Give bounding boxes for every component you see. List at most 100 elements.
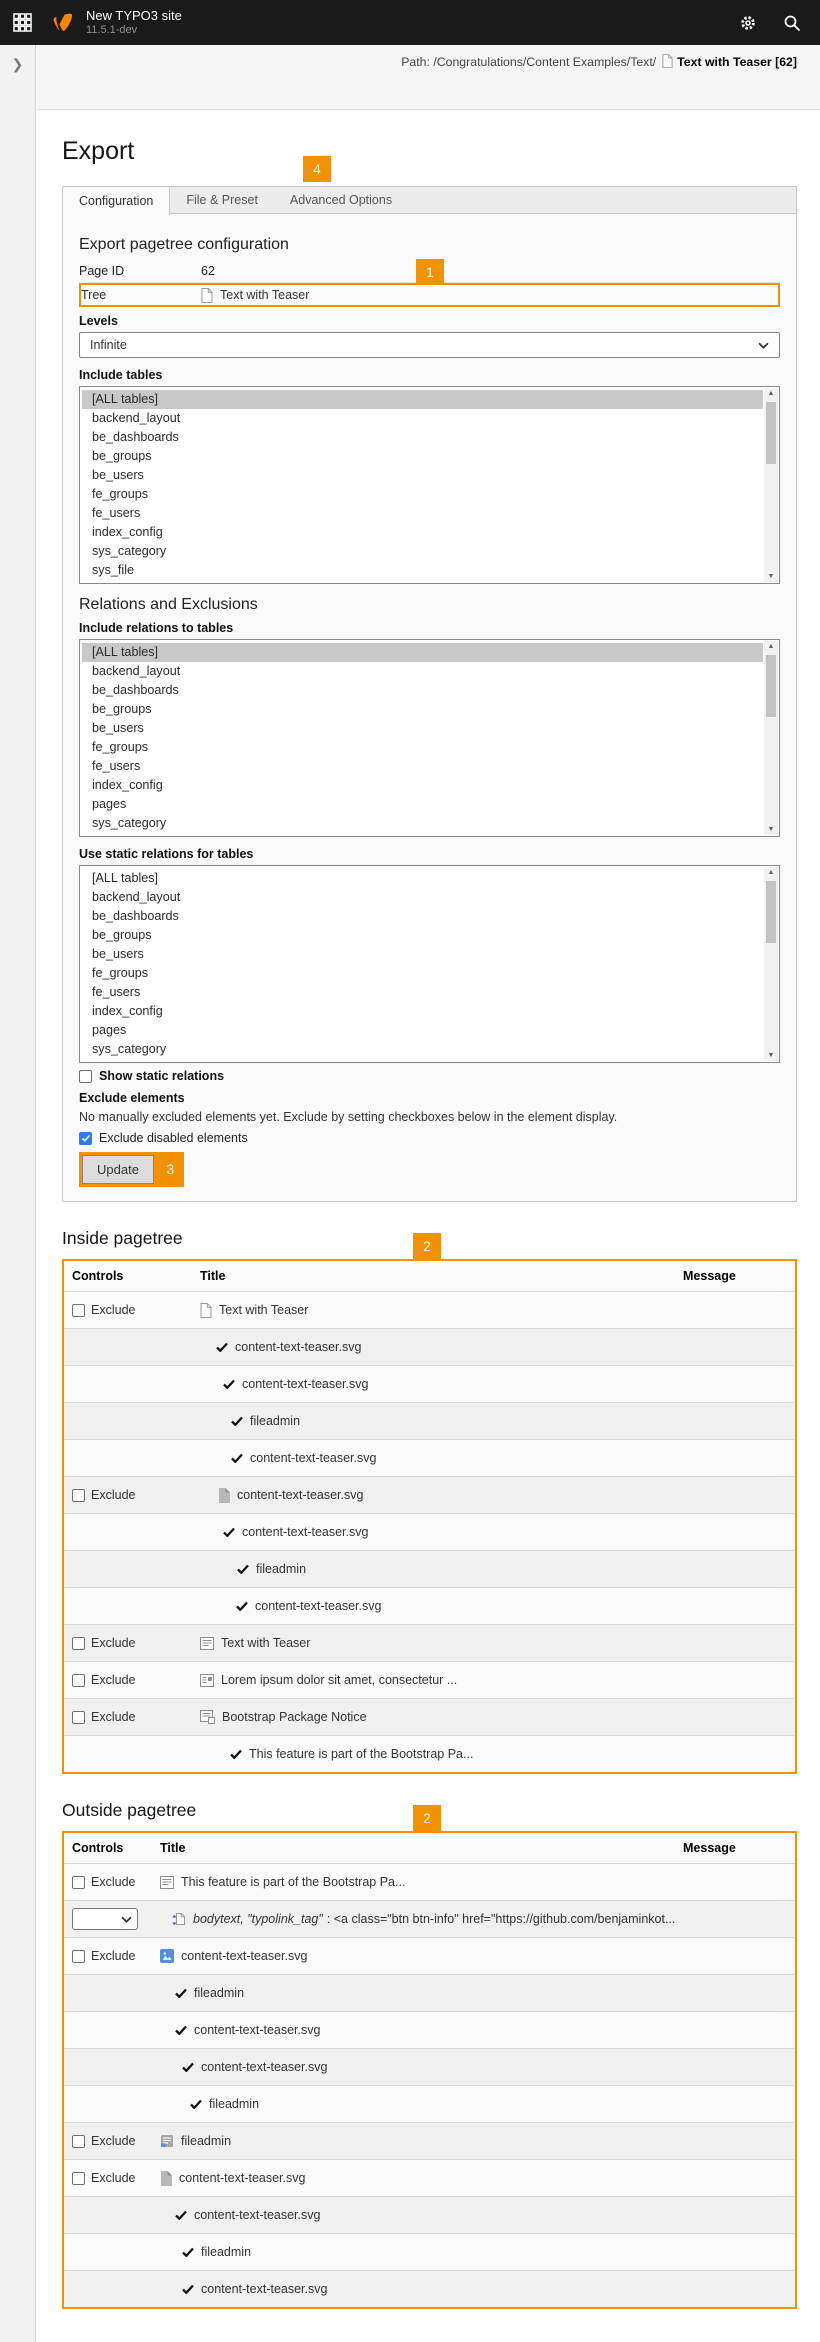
list-option[interactable]: sys_file	[82, 1059, 763, 1063]
list-option[interactable]: be_users	[82, 719, 763, 738]
exclude-checkbox[interactable]	[72, 2135, 85, 2148]
table-header-row: Controls Title Message	[64, 1833, 795, 1863]
scroll-down-arrow[interactable]: ▼	[764, 824, 778, 835]
pagetree-collapsed-sidebar: ❯	[0, 45, 36, 2342]
table-row: fileadmin	[64, 1550, 795, 1587]
list-option[interactable]: fe_users	[82, 504, 763, 523]
inside-pagetree-table: Controls Title Message Exclude Text with…	[62, 1259, 797, 1774]
exclude-checkbox[interactable]	[72, 1489, 85, 1502]
scroll-up-arrow[interactable]: ▲	[764, 388, 778, 399]
typo3-logo	[48, 0, 78, 45]
scroll-up-arrow[interactable]: ▲	[764, 867, 778, 878]
row-title: content-text-teaser.svg	[237, 1488, 363, 1502]
settings-button[interactable]	[726, 0, 770, 45]
levels-selected-value: Infinite	[90, 338, 127, 352]
configuration-panel: Export pagetree configuration Page ID 62…	[62, 213, 797, 1202]
show-static-relations-checkbox[interactable]	[79, 1070, 92, 1083]
scroll-down-arrow[interactable]: ▼	[764, 571, 778, 582]
scrollbar[interactable]: ▲▼	[764, 867, 778, 1061]
table-row: fileadmin	[64, 2085, 795, 2122]
table-row: Exclude Bootstrap Package Notice	[64, 1698, 795, 1735]
list-option[interactable]: index_config	[82, 1002, 763, 1021]
list-option[interactable]: index_config	[82, 523, 763, 542]
exclude-checkbox[interactable]	[72, 1674, 85, 1687]
list-option[interactable]: backend_layout	[82, 888, 763, 907]
list-option[interactable]: be_dashboards	[82, 428, 763, 447]
scroll-down-arrow[interactable]: ▼	[764, 1050, 778, 1061]
softref-action-select[interactable]	[72, 1908, 138, 1930]
check-icon	[236, 1601, 248, 1611]
scrollbar-thumb[interactable]	[766, 655, 776, 717]
check-icon	[175, 2025, 187, 2035]
page-icon	[200, 1303, 212, 1318]
levels-select[interactable]: Infinite	[79, 332, 780, 358]
exclude-disabled-elements-checkbox[interactable]	[79, 1132, 92, 1145]
content-text-icon	[200, 1637, 214, 1650]
list-option[interactable]: sys_file_collection	[82, 580, 763, 584]
row-title: fileadmin	[201, 2245, 251, 2259]
expand-pagetree-button[interactable]: ❯	[0, 45, 35, 73]
scrollbar[interactable]: ▲▼	[764, 641, 778, 835]
exclude-checkbox[interactable]	[72, 1304, 85, 1317]
table-row: Exclude Text with Teaser	[64, 1291, 795, 1328]
callout-badge-4: 4	[303, 156, 331, 182]
exclude-checkbox[interactable]	[72, 1950, 85, 1963]
scrollbar-thumb[interactable]	[766, 402, 776, 464]
list-option[interactable]: backend_layout	[82, 409, 763, 428]
include-relations-listbox[interactable]: [ALL tables] backend_layout be_dashboard…	[79, 639, 780, 837]
storage-icon	[160, 2134, 174, 2148]
tab-configuration[interactable]: Configuration	[62, 187, 170, 215]
list-option[interactable]: pages	[82, 1021, 763, 1040]
list-option[interactable]: be_groups	[82, 700, 763, 719]
list-option[interactable]: [ALL tables]	[82, 390, 763, 409]
list-option[interactable]: be_users	[82, 466, 763, 485]
search-button[interactable]	[770, 0, 814, 45]
scrollbar[interactable]: ▲▼	[764, 388, 778, 582]
exclude-checkbox[interactable]	[72, 1876, 85, 1889]
list-option[interactable]: [ALL tables]	[82, 643, 763, 662]
table-row: Exclude content-text-teaser.svg	[64, 1476, 795, 1513]
include-tables-listbox[interactable]: [ALL tables] backend_layout be_dashboard…	[79, 386, 780, 584]
column-controls: Controls	[64, 1841, 160, 1855]
table-row: content-text-teaser.svg	[64, 2270, 795, 2307]
list-option[interactable]: be_groups	[82, 447, 763, 466]
scroll-up-arrow[interactable]: ▲	[764, 641, 778, 652]
table-row: content-text-teaser.svg	[64, 2048, 795, 2085]
list-option[interactable]: be_dashboards	[82, 907, 763, 926]
list-option[interactable]: backend_layout	[82, 662, 763, 681]
table-row: content-text-teaser.svg	[64, 1587, 795, 1624]
scrollbar-thumb[interactable]	[766, 881, 776, 943]
exclude-checkbox[interactable]	[72, 1711, 85, 1724]
list-option[interactable]: sys_category	[82, 542, 763, 561]
list-option[interactable]: fe_groups	[82, 964, 763, 983]
list-option[interactable]: pages	[82, 795, 763, 814]
list-option[interactable]: fe_groups	[82, 485, 763, 504]
list-option[interactable]: sys_file	[82, 561, 763, 580]
check-icon	[223, 1379, 235, 1389]
list-option[interactable]: be_groups	[82, 926, 763, 945]
static-relations-listbox[interactable]: [ALL tables] backend_layout be_dashboard…	[79, 865, 780, 1063]
content-textpic-icon	[200, 1674, 214, 1687]
exclude-elements-note: No manually excluded elements yet. Exclu…	[79, 1110, 780, 1124]
row-title: Lorem ipsum dolor sit amet, consectetur …	[221, 1673, 457, 1687]
list-option[interactable]: be_users	[82, 945, 763, 964]
list-option[interactable]: fe_users	[82, 983, 763, 1002]
list-option[interactable]: fe_users	[82, 757, 763, 776]
config-heading: Export pagetree configuration	[79, 236, 780, 254]
list-option[interactable]: index_config	[82, 776, 763, 795]
list-option[interactable]: [ALL tables]	[82, 869, 763, 888]
tab-advanced-options[interactable]: Advanced Options	[274, 187, 408, 213]
list-option[interactable]: sys_category	[82, 814, 763, 833]
tab-file-preset[interactable]: File & Preset	[170, 187, 274, 213]
exclude-elements-heading: Exclude elements	[79, 1091, 780, 1105]
list-option[interactable]: fe_groups	[82, 738, 763, 757]
row-title: content-text-teaser.svg	[179, 2171, 305, 2185]
update-button[interactable]: Update	[82, 1155, 154, 1184]
list-option[interactable]: sys_file	[82, 833, 763, 837]
callout-badge-2: 2	[413, 1805, 441, 1831]
module-menu-button[interactable]	[0, 0, 44, 45]
exclude-checkbox[interactable]	[72, 2172, 85, 2185]
list-option[interactable]: sys_category	[82, 1040, 763, 1059]
exclude-checkbox[interactable]	[72, 1637, 85, 1650]
list-option[interactable]: be_dashboards	[82, 681, 763, 700]
